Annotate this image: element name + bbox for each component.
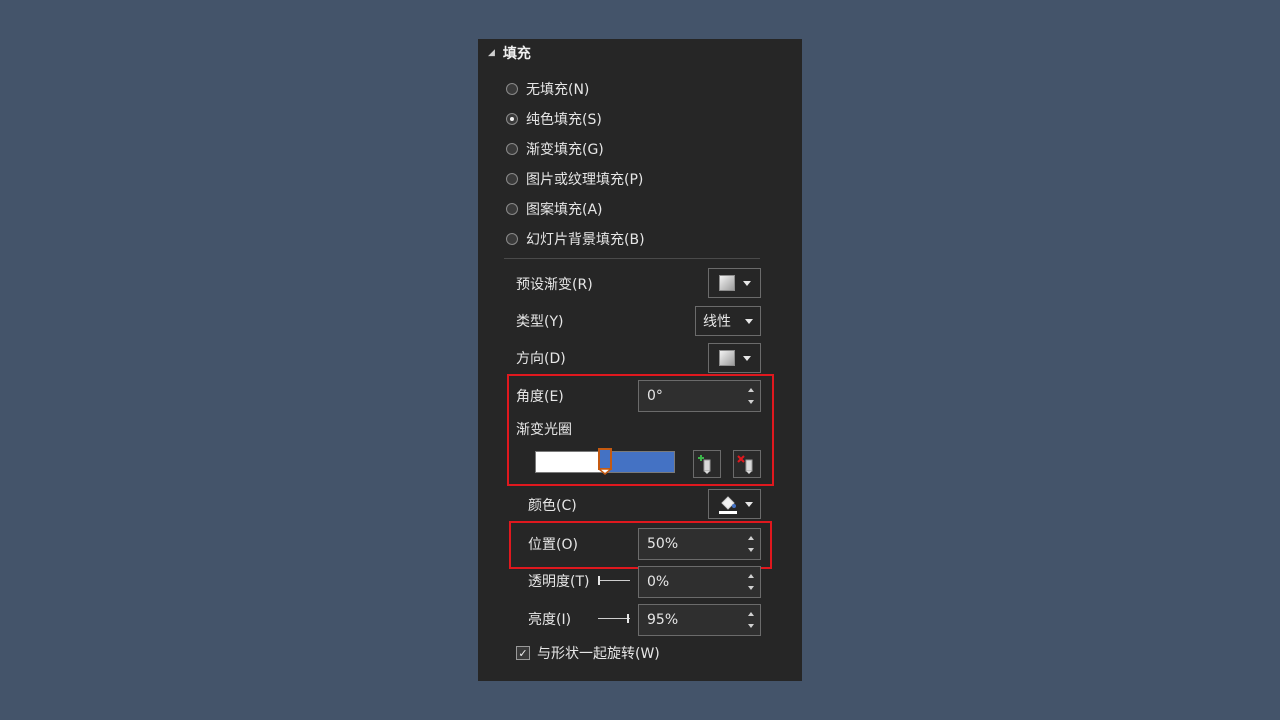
- radio-button[interactable]: [506, 83, 518, 95]
- angle-label: 角度(E): [516, 389, 564, 405]
- radio-gradient-fill[interactable]: 渐变填充(G): [506, 139, 604, 159]
- direction-dropdown[interactable]: [708, 343, 761, 373]
- radio-button[interactable]: [506, 173, 518, 185]
- radio-pattern-fill[interactable]: 图案填充(A): [506, 199, 603, 219]
- color-picker-dropdown[interactable]: [708, 489, 761, 519]
- position-spinner[interactable]: 50%: [638, 528, 761, 560]
- radio-no-fill[interactable]: 无填充(N): [506, 79, 589, 99]
- preset-gradient-label: 预设渐变(R): [516, 277, 593, 293]
- remove-gradient-stop-button[interactable]: [733, 450, 761, 478]
- radio-label: 幻灯片背景填充(B): [526, 232, 645, 248]
- radio-solid-fill[interactable]: 纯色填充(S): [506, 109, 602, 129]
- chevron-down-icon: [742, 280, 751, 286]
- transparency-label: 透明度(T): [528, 574, 590, 590]
- position-value: 50%: [647, 536, 679, 552]
- spin-up-icon[interactable]: [748, 612, 754, 616]
- radio-button[interactable]: [506, 113, 518, 125]
- chevron-down-icon: [742, 355, 751, 361]
- spin-down-icon[interactable]: [748, 400, 754, 404]
- collapse-triangle-icon: ◢: [488, 48, 495, 58]
- format-pane: ◢ 填充 无填充(N) 纯色填充(S) 渐变填充(G) 图片或纹理填充(P) 图…: [478, 39, 802, 681]
- direction-swatch-icon: [718, 350, 735, 366]
- slider-track: [598, 618, 630, 619]
- radio-label: 图片或纹理填充(P): [526, 172, 644, 188]
- type-dropdown[interactable]: 线性: [695, 306, 761, 336]
- rotate-with-shape-option[interactable]: ✓ 与形状一起旋转(W): [516, 643, 660, 663]
- transparency-value: 0%: [647, 574, 670, 590]
- position-label: 位置(O): [528, 537, 578, 553]
- slider-thumb[interactable]: [627, 614, 629, 623]
- remove-stop-icon: [737, 455, 753, 474]
- radio-button[interactable]: [506, 203, 518, 215]
- brightness-spinner[interactable]: 95%: [638, 604, 761, 636]
- spin-down-icon[interactable]: [748, 624, 754, 628]
- radio-slide-background-fill[interactable]: 幻灯片背景填充(B): [506, 229, 645, 249]
- divider: [504, 258, 760, 259]
- fill-section-header[interactable]: ◢ 填充: [488, 43, 531, 63]
- spin-up-icon[interactable]: [748, 536, 754, 540]
- type-label: 类型(Y): [516, 314, 564, 330]
- gradient-stops-label: 渐变光圈: [516, 422, 572, 438]
- add-gradient-stop-button[interactable]: [693, 450, 721, 478]
- transparency-spinner[interactable]: 0%: [638, 566, 761, 598]
- direction-label: 方向(D): [516, 351, 566, 367]
- radio-label: 渐变填充(G): [526, 142, 604, 158]
- radio-label: 纯色填充(S): [526, 112, 602, 128]
- brightness-slider[interactable]: [598, 611, 634, 627]
- gradient-stop-marker[interactable]: [598, 448, 612, 475]
- paint-bucket-icon: [718, 496, 737, 514]
- rotate-with-shape-label: 与形状一起旋转(W): [537, 646, 660, 662]
- add-stop-icon: [698, 455, 711, 474]
- color-label: 颜色(C): [528, 498, 577, 514]
- brightness-value: 95%: [647, 612, 679, 628]
- radio-button[interactable]: [506, 143, 518, 155]
- spin-down-icon[interactable]: [748, 548, 754, 552]
- spin-down-icon[interactable]: [748, 586, 754, 590]
- chevron-down-icon: [745, 318, 753, 324]
- type-value: 线性: [703, 314, 731, 330]
- rotate-with-shape-checkbox[interactable]: ✓: [516, 646, 530, 660]
- transparency-slider[interactable]: [598, 573, 634, 589]
- radio-label: 图案填充(A): [526, 202, 603, 218]
- gradient-swatch-icon: [718, 275, 735, 291]
- slider-thumb[interactable]: [598, 576, 600, 585]
- radio-label: 无填充(N): [526, 82, 590, 98]
- spin-up-icon[interactable]: [748, 388, 754, 392]
- angle-value: 0°: [647, 388, 663, 404]
- brightness-label: 亮度(I): [528, 612, 572, 628]
- radio-picture-texture-fill[interactable]: 图片或纹理填充(P): [506, 169, 643, 189]
- chevron-down-icon: [744, 501, 753, 507]
- section-title: 填充: [502, 46, 531, 62]
- preset-gradient-dropdown[interactable]: [708, 268, 761, 298]
- radio-button[interactable]: [506, 233, 518, 245]
- slider-track: [598, 580, 630, 581]
- angle-spinner[interactable]: 0°: [638, 380, 761, 412]
- spin-up-icon[interactable]: [748, 574, 754, 578]
